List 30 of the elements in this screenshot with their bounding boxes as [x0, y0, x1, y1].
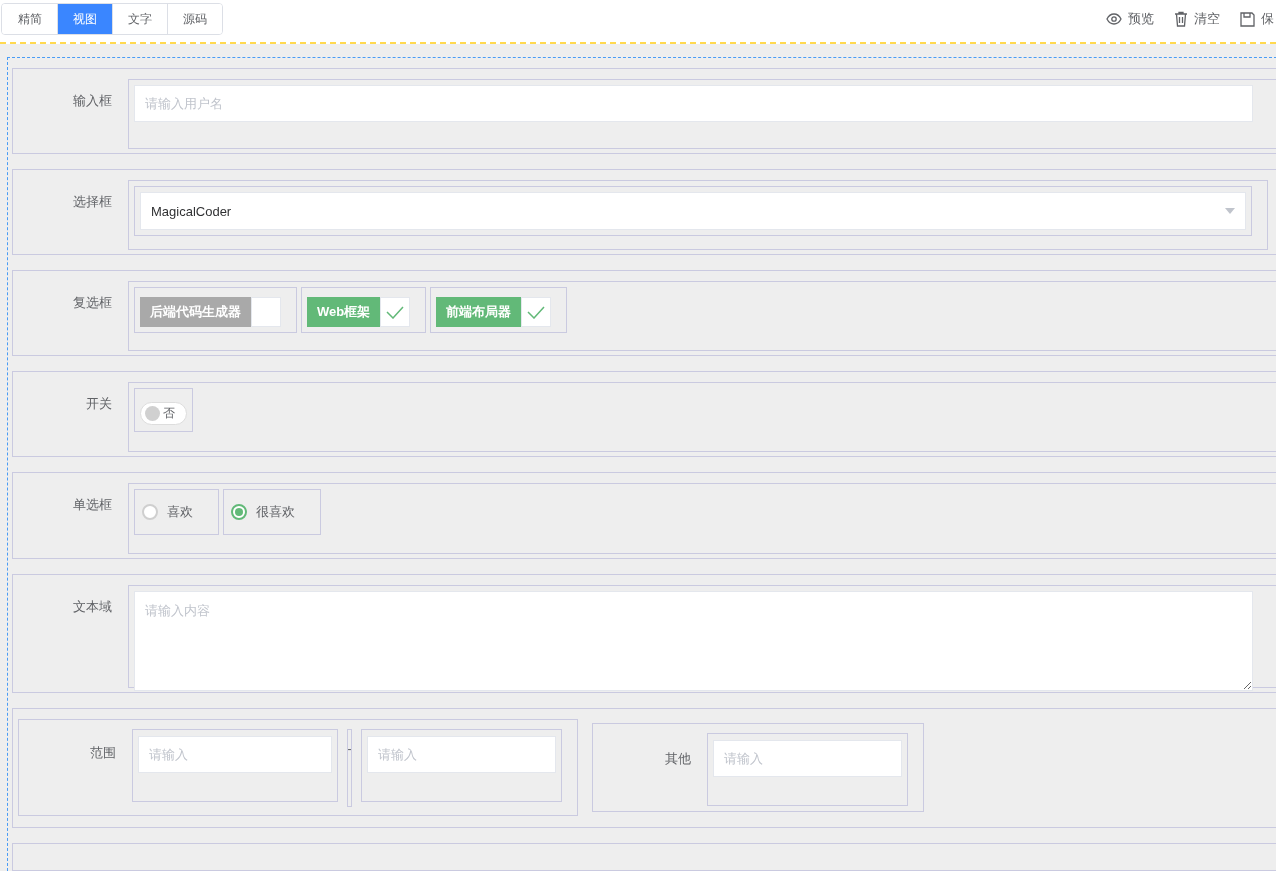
- radio-label: 喜欢: [167, 503, 193, 522]
- view-tab[interactable]: 源码: [167, 4, 222, 34]
- checkmark-icon: [527, 305, 546, 319]
- toggle-switch[interactable]: 否: [140, 402, 187, 426]
- radio-button[interactable]: [231, 504, 247, 521]
- field-label: 范围: [89, 743, 117, 762]
- text-input[interactable]: 请输入用户名: [134, 85, 1253, 122]
- text-input[interactable]: 请输入: [138, 735, 332, 773]
- view-tab[interactable]: 视图: [57, 4, 112, 34]
- eye-icon: [1106, 13, 1122, 25]
- text-input[interactable]: 请输入: [713, 739, 902, 777]
- field-label: 文本域: [72, 597, 113, 616]
- text-area[interactable]: 请输入内容: [134, 590, 1253, 691]
- dropdown-caret-icon: [1225, 208, 1235, 214]
- radio-label: 很喜欢: [256, 503, 295, 522]
- field-label: 开关: [85, 395, 113, 414]
- range-separator: -: [347, 741, 352, 758]
- trash-icon: [1174, 11, 1188, 27]
- text-input[interactable]: 请输入: [367, 735, 556, 773]
- preview-button[interactable]: 预览: [1106, 10, 1154, 28]
- select-field[interactable]: MagicalCoder: [140, 192, 1246, 230]
- field-label: 其他: [664, 749, 692, 768]
- field-label: 选择框: [72, 193, 113, 211]
- field-label: 复选框: [72, 294, 113, 312]
- clear-button[interactable]: 清空: [1174, 10, 1220, 28]
- field-label: 单选框: [72, 496, 113, 515]
- save-button[interactable]: 保: [1240, 10, 1274, 28]
- checkmark-icon: [386, 305, 405, 319]
- field-label: 输入框: [72, 92, 113, 110]
- radio-button[interactable]: [142, 504, 158, 521]
